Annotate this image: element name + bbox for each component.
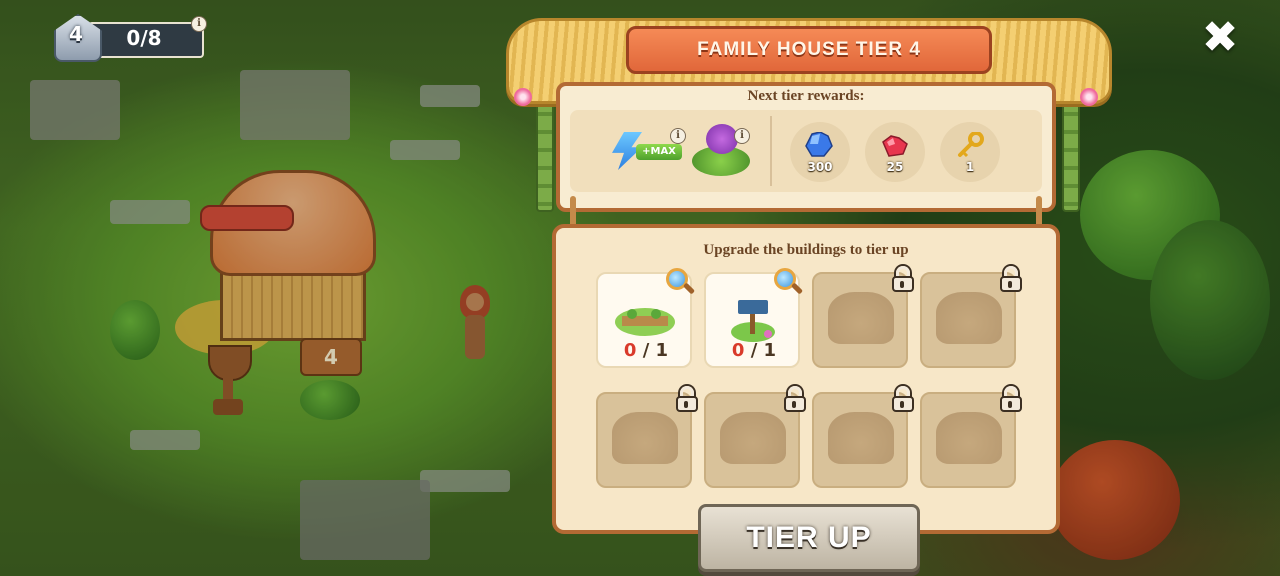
blue-gems-icon	[805, 132, 833, 157]
house-level-number: 4	[69, 22, 83, 46]
magnifier-icon[interactable]	[666, 268, 696, 298]
rewards-heading: Next tier rewards:	[747, 88, 865, 104]
lock-icon	[1000, 384, 1022, 412]
energy-max-label: +MAX	[636, 144, 682, 160]
lock-icon	[1000, 264, 1022, 292]
reward-amount: 25	[886, 160, 904, 174]
dialog-title: FAMILY HOUSE TIER 4	[697, 39, 921, 60]
workshop-icon	[936, 292, 1002, 344]
lock-icon	[892, 264, 914, 292]
lock-icon	[784, 384, 806, 412]
stone-slab-icon	[720, 412, 786, 464]
reward-amount: 1	[965, 160, 975, 174]
buildings-panel: Upgrade the buildings to tier up 0 / 1 0…	[552, 224, 1060, 534]
tier-up-label: TIER UP	[746, 521, 872, 554]
info-icon[interactable]: i	[734, 128, 750, 144]
garden-plot-icon	[615, 308, 675, 336]
tier-up-button[interactable]: TIER UP	[698, 504, 920, 572]
rewards-list: +MAX i i 300 25 1	[570, 110, 1042, 192]
divider	[770, 116, 772, 186]
magnifier-icon[interactable]	[774, 268, 804, 298]
reward-rubies: 25	[865, 122, 925, 182]
golden-key-icon	[958, 132, 984, 158]
lock-icon	[892, 384, 914, 412]
flower-decoration	[1080, 88, 1098, 106]
reward-golden-key: 1	[940, 122, 1000, 182]
stone-oven-icon	[612, 412, 678, 464]
info-icon[interactable]: i	[191, 16, 207, 32]
reward-blue-gems: 300	[790, 122, 850, 182]
house-level-hud[interactable]: 0/8 4 i	[54, 14, 207, 62]
tier-progress-count: 0/8	[126, 26, 162, 50]
tool-rack-icon	[828, 412, 894, 464]
signpost-icon	[731, 300, 775, 342]
title-banner: FAMILY HOUSE TIER 4	[626, 26, 992, 74]
flower-decoration	[514, 88, 532, 106]
rubies-icon	[882, 135, 908, 157]
lock-icon	[676, 384, 698, 412]
building-progress: 0 / 1	[731, 340, 777, 361]
close-button[interactable]: ✖	[1200, 16, 1240, 60]
buildings-heading: Upgrade the buildings to tier up	[703, 242, 909, 258]
reward-amount: 300	[807, 160, 833, 174]
rewards-panel: Next tier rewards: +MAX i i 300 25 1	[556, 82, 1056, 212]
building-progress: 0 / 1	[623, 340, 669, 361]
info-icon[interactable]: i	[670, 128, 686, 144]
storage-hut-icon	[936, 412, 1002, 464]
thatched-hut-icon	[828, 292, 894, 344]
